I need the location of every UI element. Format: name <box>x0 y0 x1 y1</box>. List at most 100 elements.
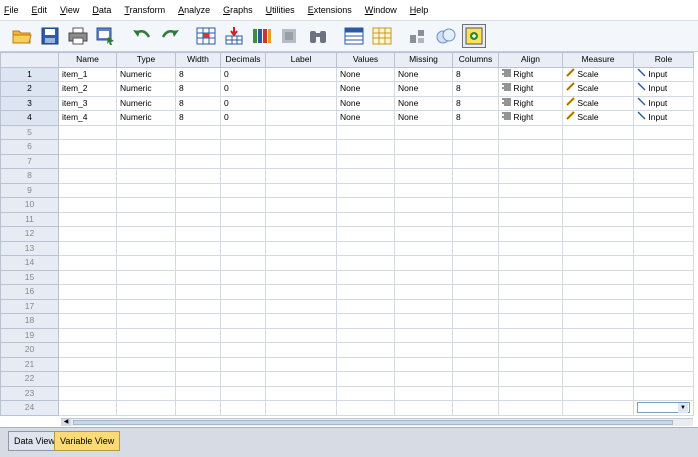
cell-values[interactable] <box>336 269 395 285</box>
cell-align[interactable] <box>498 168 563 184</box>
scroll-thumb[interactable] <box>73 420 673 425</box>
cell-measure[interactable] <box>562 371 634 387</box>
cell-missing[interactable] <box>394 211 453 227</box>
cell-missing[interactable]: None <box>394 95 453 111</box>
cell-type[interactable] <box>116 124 176 140</box>
row-number[interactable]: 20 <box>0 342 59 358</box>
cell-label[interactable] <box>265 95 337 111</box>
cell-name[interactable] <box>58 298 117 314</box>
cell-name[interactable] <box>58 327 117 343</box>
cell-columns[interactable] <box>452 211 499 227</box>
cell-decimals[interactable] <box>220 211 266 227</box>
cell-role[interactable] <box>633 313 694 329</box>
cell-columns[interactable] <box>452 240 499 256</box>
cell-width[interactable] <box>175 313 221 329</box>
cell-missing[interactable] <box>394 400 453 416</box>
cell-name[interactable] <box>58 400 117 416</box>
cell-width[interactable]: 8 <box>175 66 221 82</box>
row-number[interactable]: 22 <box>0 371 59 387</box>
go-to-case-icon[interactable] <box>194 24 218 48</box>
row-number[interactable]: 23 <box>0 385 59 401</box>
cell-label[interactable] <box>265 356 337 372</box>
cell-role[interactable] <box>633 284 694 300</box>
cell-label[interactable] <box>265 284 337 300</box>
tab-data-view[interactable]: Data View <box>8 431 61 451</box>
cell-width[interactable] <box>175 124 221 140</box>
cell-align[interactable] <box>498 153 563 169</box>
cell-label[interactable] <box>265 385 337 401</box>
cell-name[interactable] <box>58 371 117 387</box>
cell-missing[interactable] <box>394 342 453 358</box>
cell-values[interactable] <box>336 371 395 387</box>
cell-measure[interactable] <box>562 226 634 242</box>
cell-width[interactable] <box>175 342 221 358</box>
cell-missing[interactable] <box>394 124 453 140</box>
cell-missing[interactable] <box>394 226 453 242</box>
cell-decimals[interactable] <box>220 139 266 155</box>
row-number[interactable]: 1 <box>0 66 59 82</box>
cell-values[interactable] <box>336 385 395 401</box>
dialog-recall-icon[interactable] <box>94 24 118 48</box>
row-number[interactable]: 5 <box>0 124 59 140</box>
cell-type[interactable] <box>116 313 176 329</box>
cell-label[interactable] <box>265 342 337 358</box>
cell-align[interactable] <box>498 385 563 401</box>
cell-columns[interactable] <box>452 342 499 358</box>
cell-align[interactable] <box>498 327 563 343</box>
column-header-role[interactable]: Role <box>633 52 694 68</box>
cell-missing[interactable] <box>394 197 453 213</box>
column-header-name[interactable]: Name <box>58 52 117 68</box>
undo-icon[interactable] <box>130 24 154 48</box>
binoculars-icon[interactable] <box>306 24 330 48</box>
cell-decimals[interactable] <box>220 342 266 358</box>
cell-name[interactable] <box>58 342 117 358</box>
cell-type[interactable]: Numeric <box>116 95 176 111</box>
cell-type[interactable] <box>116 197 176 213</box>
cell-name[interactable] <box>58 284 117 300</box>
cell-measure[interactable]: Scale <box>562 95 634 111</box>
cell-label[interactable] <box>265 182 337 198</box>
row-number[interactable]: 2 <box>0 81 59 97</box>
cell-missing[interactable]: None <box>394 66 453 82</box>
cell-role[interactable] <box>633 385 694 401</box>
row-number[interactable]: 14 <box>0 255 59 271</box>
cell-missing[interactable] <box>394 182 453 198</box>
cell-align[interactable] <box>498 240 563 256</box>
cell-width[interactable] <box>175 240 221 256</box>
row-number[interactable]: 7 <box>0 153 59 169</box>
cell-label[interactable] <box>265 255 337 271</box>
column-header-width[interactable]: Width <box>175 52 221 68</box>
cell-decimals[interactable] <box>220 400 266 416</box>
cell-values[interactable] <box>336 240 395 256</box>
cell-role[interactable] <box>633 139 694 155</box>
row-number[interactable]: 21 <box>0 356 59 372</box>
cell-measure[interactable] <box>562 139 634 155</box>
cell-columns[interactable] <box>452 371 499 387</box>
cell-role[interactable]: Input <box>633 66 694 82</box>
menu-extensions[interactable]: Extensions <box>308 5 352 15</box>
cell-label[interactable] <box>265 298 337 314</box>
cell-columns[interactable] <box>452 255 499 271</box>
column-header-type[interactable]: Type <box>116 52 176 68</box>
cell-missing[interactable] <box>394 356 453 372</box>
cell-align[interactable] <box>498 211 563 227</box>
column-header-columns[interactable]: Columns <box>452 52 499 68</box>
row-number[interactable]: 10 <box>0 197 59 213</box>
column-header-measure[interactable]: Measure <box>562 52 634 68</box>
cell-columns[interactable] <box>452 139 499 155</box>
cell-label[interactable] <box>265 313 337 329</box>
cell-type[interactable] <box>116 400 176 416</box>
cell-label[interactable] <box>265 81 337 97</box>
cell-name[interactable]: item_3 <box>58 95 117 111</box>
cell-role[interactable] <box>633 371 694 387</box>
menu-view[interactable]: View <box>60 5 79 15</box>
cell-align[interactable] <box>498 139 563 155</box>
cell-type[interactable] <box>116 255 176 271</box>
print-icon[interactable] <box>66 24 90 48</box>
cell-align[interactable] <box>498 182 563 198</box>
cell-name[interactable] <box>58 240 117 256</box>
cell-width[interactable]: 8 <box>175 81 221 97</box>
cell-columns[interactable]: 8 <box>452 95 499 111</box>
cell-width[interactable]: 8 <box>175 95 221 111</box>
cell-measure[interactable] <box>562 298 634 314</box>
